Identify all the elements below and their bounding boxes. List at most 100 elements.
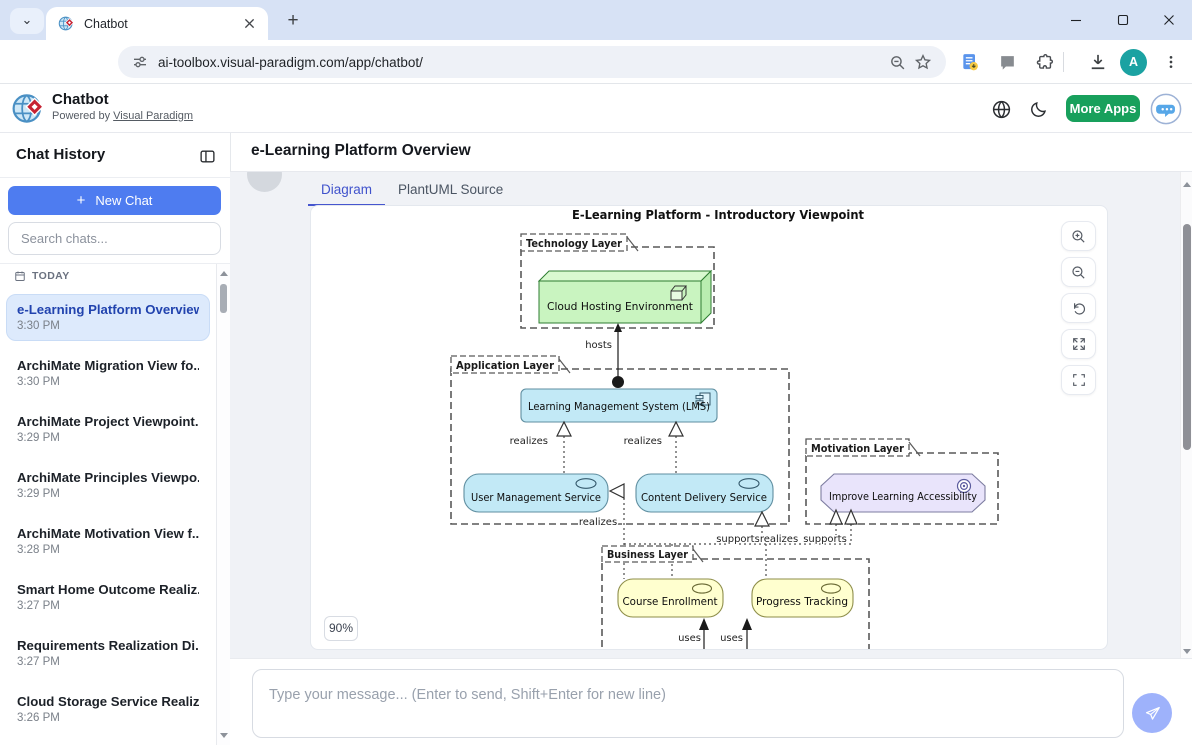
reset-view-button[interactable]	[1061, 293, 1096, 323]
comment-extension-icon[interactable]	[993, 48, 1021, 76]
lms-label: Learning Management System (LMS)	[528, 400, 710, 413]
chat-time: 3:30 PM	[17, 376, 199, 388]
profile-avatar[interactable]: A	[1120, 49, 1147, 76]
uses-label: uses	[678, 633, 701, 644]
bookmark-star-icon[interactable]	[910, 49, 936, 75]
paper-plane-icon	[1143, 704, 1162, 723]
tab-search-button[interactable]: ⌄	[10, 8, 44, 34]
supports-label: supports	[803, 534, 847, 545]
cloud-hosting-label: Cloud Hosting Environment	[547, 300, 694, 313]
new-chat-button[interactable]: +New Chat	[8, 186, 221, 215]
downloads-icon[interactable]	[1084, 48, 1112, 76]
hosts-label: hosts	[585, 340, 612, 351]
sidebar-scrollbar[interactable]	[216, 264, 230, 745]
goal-label: Improve Learning Accessibility	[829, 490, 977, 503]
scroll-down-icon[interactable]	[1183, 649, 1191, 654]
chat-title: ArchiMate Principles Viewpo...	[17, 470, 199, 485]
assistant-avatar	[247, 172, 282, 192]
cloud-hosting-node	[539, 271, 711, 323]
tab-close-icon[interactable]	[240, 15, 258, 33]
chat-time: 3:27 PM	[17, 656, 199, 668]
cds-label: Content Delivery Service	[641, 491, 767, 504]
chat-title: Requirements Realization Di...	[17, 638, 199, 653]
site-settings-icon[interactable]	[132, 54, 148, 70]
scroll-up-icon[interactable]	[220, 271, 228, 276]
chat-title: ArchiMate Migration View fo...	[17, 358, 199, 373]
scroll-down-icon[interactable]	[220, 733, 228, 738]
new-tab-button[interactable]: +	[280, 9, 306, 35]
realization-triangle	[557, 422, 571, 436]
chevron-down-icon: ⌄	[22, 12, 33, 27]
zoom-in-button[interactable]	[1061, 221, 1096, 251]
browser-tab-strip: ⌄ Chatbot +	[0, 0, 1192, 40]
chat-title: e-Learning Platform Overview	[17, 302, 199, 317]
zoom-out-button[interactable]	[1061, 257, 1096, 287]
chat-title: ArchiMate Motivation View f...	[17, 526, 199, 541]
chat-item-requirements[interactable]: Requirements Realization Di... 3:27 PM	[6, 630, 210, 677]
chat-item-elearning[interactable]: e-Learning Platform Overview 3:30 PM	[6, 294, 210, 341]
chat-time: 3:30 PM	[17, 320, 199, 332]
chat-title: ArchiMate Project Viewpoint...	[17, 414, 199, 429]
page-scrollbar-thumb[interactable]	[1183, 224, 1191, 450]
chat-widget-icon[interactable]	[1150, 93, 1182, 125]
tab-diagram[interactable]: Diagram	[308, 177, 385, 206]
chat-time: 3:29 PM	[17, 488, 199, 500]
search-chats-input[interactable]	[8, 222, 221, 255]
more-apps-button[interactable]: More Apps	[1066, 95, 1140, 122]
plus-icon: +	[77, 192, 86, 209]
powered-by: Powered by Visual Paradigm	[52, 110, 193, 122]
url-text[interactable]: ai-toolbox.visual-paradigm.com/app/chatb…	[158, 55, 884, 70]
browser-tab[interactable]: Chatbot	[46, 7, 268, 40]
divider	[0, 177, 230, 178]
tab-plantuml-source[interactable]: PlantUML Source	[385, 177, 516, 206]
uses-arrowhead-progress	[742, 618, 752, 630]
chat-content-area: Diagram PlantUML Source	[230, 172, 1192, 658]
dark-mode-moon-icon[interactable]	[1025, 96, 1051, 122]
realization-triangle	[669, 422, 683, 436]
toolbar-divider	[1063, 52, 1064, 72]
uses-arrowhead-course	[699, 618, 709, 630]
page-scrollbar[interactable]	[1180, 172, 1192, 658]
technology-layer-label: Technology Layer	[526, 237, 623, 250]
chat-item-cloud-storage[interactable]: Cloud Storage Service Realiz...3:26 PM	[6, 686, 210, 733]
supports-label: supports	[716, 534, 760, 545]
diagram-card: E-Learning Platform - Introductory Viewp…	[310, 205, 1108, 650]
visual-paradigm-logo	[11, 91, 46, 126]
language-globe-icon[interactable]	[988, 96, 1014, 122]
scroll-up-icon[interactable]	[1183, 182, 1191, 187]
visual-paradigm-favicon	[58, 15, 75, 32]
window-close-button[interactable]	[1154, 9, 1184, 31]
chat-history-sidebar: Chat History +New Chat TODAY e-Learning …	[0, 133, 231, 745]
sidebar-scrollbar-thumb[interactable]	[220, 284, 227, 313]
chat-item-migration[interactable]: ArchiMate Migration View fo... 3:30 PM	[6, 350, 210, 397]
chat-time: 3:27 PM	[17, 600, 199, 612]
chat-item-principles[interactable]: ArchiMate Principles Viewpo... 3:29 PM	[6, 462, 210, 509]
browser-menu-kebab-icon[interactable]	[1157, 48, 1185, 76]
extensions-puzzle-icon[interactable]	[1030, 48, 1058, 76]
visual-paradigm-link[interactable]: Visual Paradigm	[113, 110, 193, 122]
window-minimize-button[interactable]	[1061, 9, 1091, 31]
chat-item-project-viewpoint[interactable]: ArchiMate Project Viewpoint...3:29 PM	[6, 406, 210, 453]
assignment-ball	[612, 376, 624, 388]
reading-mode-extension-icon[interactable]	[956, 48, 984, 76]
archimate-diagram: E-Learning Platform - Introductory Viewp…	[311, 206, 1108, 650]
realizes-label: realizes	[579, 517, 617, 528]
address-bar[interactable]: ai-toolbox.visual-paradigm.com/app/chatb…	[118, 46, 946, 78]
chat-item-smart-home[interactable]: Smart Home Outcome Realiz...3:27 PM	[6, 574, 210, 621]
zoom-level-badge: 90%	[324, 616, 358, 641]
window-maximize-button[interactable]	[1108, 9, 1138, 31]
message-input[interactable]	[252, 669, 1124, 738]
chat-item-motivation[interactable]: ArchiMate Motivation View f...3:28 PM	[6, 518, 210, 565]
business-layer-label: Business Layer	[607, 548, 688, 561]
fullscreen-button[interactable]	[1061, 365, 1096, 395]
zoom-indicator-icon[interactable]	[884, 49, 910, 75]
app-header: Chatbot Powered by Visual Paradigm More …	[0, 84, 1192, 133]
expand-button[interactable]	[1061, 329, 1096, 359]
application-layer-label: Application Layer	[456, 359, 555, 372]
realizes-label: realizes	[510, 436, 548, 447]
course-enrollment-label: Course Enrollment	[623, 595, 719, 608]
send-button[interactable]	[1132, 693, 1172, 733]
collapse-sidebar-icon[interactable]	[196, 145, 218, 167]
conversation-title-bar: e-Learning Platform Overview	[231, 133, 1192, 172]
diagram-zoom-toolbar	[1061, 221, 1096, 395]
